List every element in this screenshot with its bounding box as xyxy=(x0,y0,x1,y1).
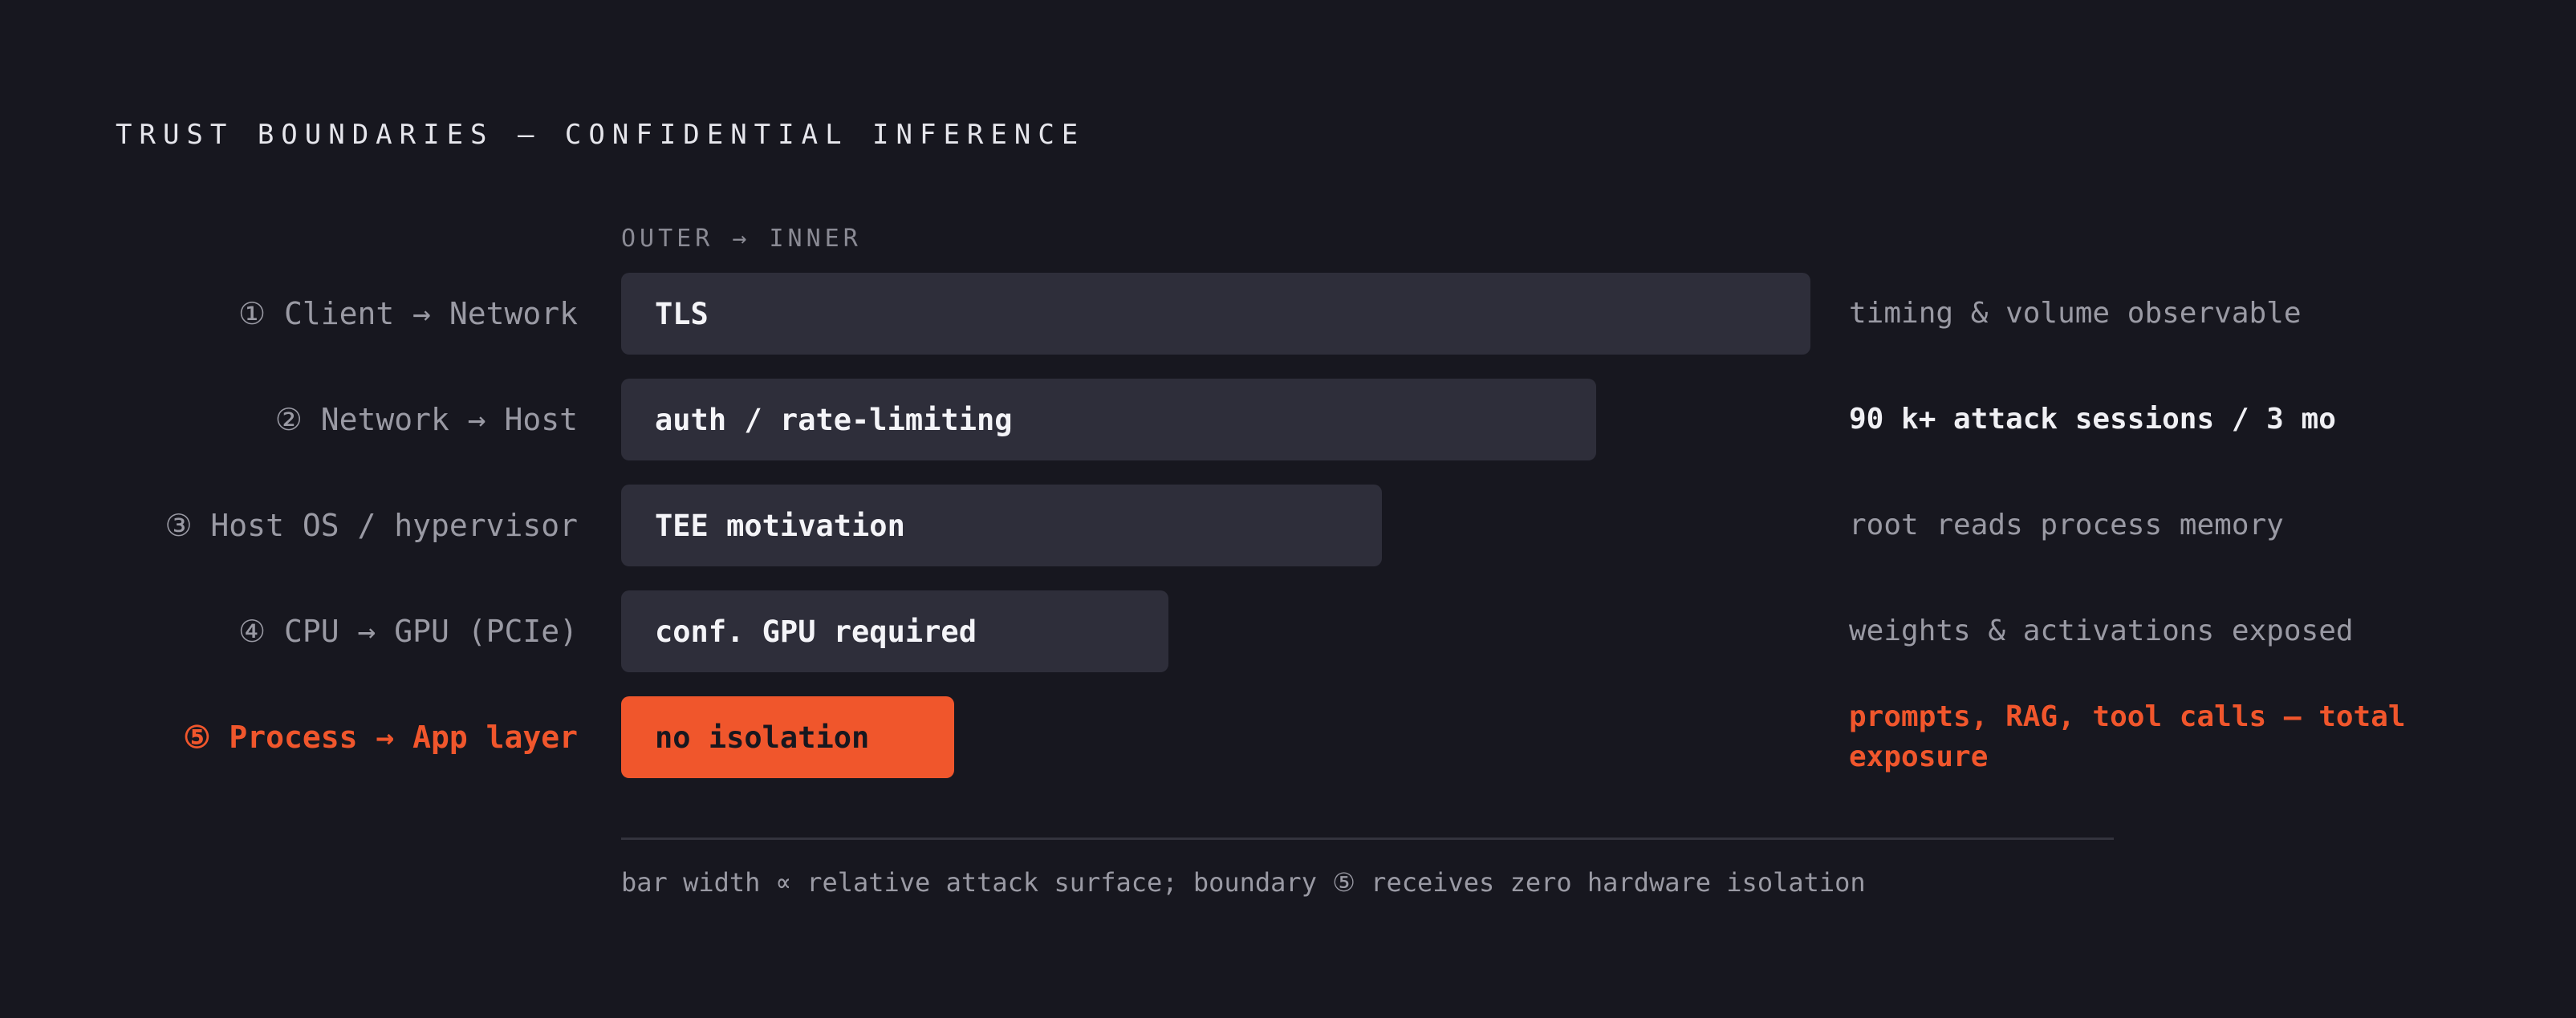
diagram-title: TRUST BOUNDARIES — CONFIDENTIAL INFERENC… xyxy=(116,119,1086,151)
boundary-label: ③ Host OS / hypervisor xyxy=(165,508,578,543)
column-header: OUTER → INNER xyxy=(621,225,862,253)
boundary-label: ⑤ Process → App layer xyxy=(183,720,578,755)
boundary-note: weights & activations exposed xyxy=(1849,614,2354,647)
bar-label: TEE motivation xyxy=(655,508,905,543)
bar-label: TLS xyxy=(655,296,709,331)
boundary-note: timing & volume observable xyxy=(1849,297,2302,330)
boundary-row-5: ⑤ Process → App layer no isolation promp… xyxy=(0,696,2576,778)
boundary-label: ④ CPU → GPU (PCIe) xyxy=(238,614,578,649)
boundary-bar: TEE motivation xyxy=(621,485,1382,566)
boundary-bar: auth / rate-limiting xyxy=(621,379,1596,460)
footnote: bar width ∝ relative attack surface; bou… xyxy=(621,867,1866,898)
boundary-bar: no isolation xyxy=(621,696,954,778)
boundary-label: ② Network → Host xyxy=(274,402,578,437)
boundary-bar: conf. GPU required xyxy=(621,590,1168,672)
boundary-note: prompts, RAG, tool calls — total exposur… xyxy=(1849,700,2406,773)
bar-label: auth / rate-limiting xyxy=(655,402,1013,437)
divider xyxy=(621,838,2114,840)
boundary-row-1: ① Client → Network TLS timing & volume o… xyxy=(0,273,2576,355)
boundary-row-4: ④ CPU → GPU (PCIe) conf. GPU required we… xyxy=(0,590,2576,672)
boundary-row-3: ③ Host OS / hypervisor TEE motivation ro… xyxy=(0,485,2576,566)
boundary-row-2: ② Network → Host auth / rate-limiting 90… xyxy=(0,379,2576,460)
boundary-bar: TLS xyxy=(621,273,1810,355)
bar-label: conf. GPU required xyxy=(655,614,977,649)
boundary-note: 90 k+ attack sessions / 3 mo xyxy=(1849,403,2336,436)
bar-label: no isolation xyxy=(655,720,870,755)
boundary-note: root reads process memory xyxy=(1849,509,2284,541)
boundary-label: ① Client → Network xyxy=(238,296,578,331)
